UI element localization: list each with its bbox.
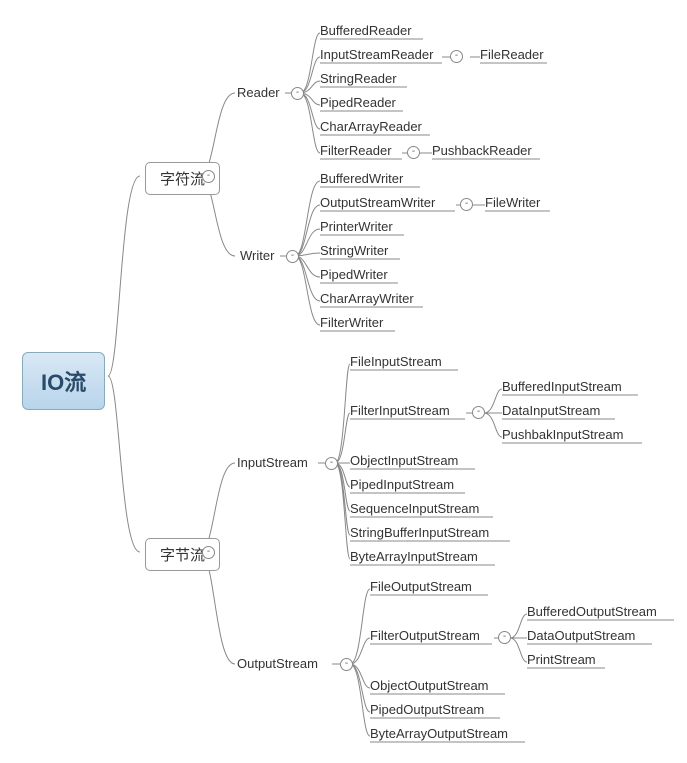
collapse-icon[interactable]: - [450,50,463,63]
collapse-icon[interactable]: - [340,658,353,671]
writer-node[interactable]: Writer [240,248,274,263]
leaf-node[interactable]: FilterInputStream [350,403,450,418]
collapse-icon[interactable]: - [202,170,215,183]
collapse-icon[interactable]: - [286,250,299,263]
leaf-node[interactable]: PrinterWriter [320,219,393,234]
leaf-node[interactable]: BufferedInputStream [502,379,622,394]
leaf-node[interactable]: PrintStream [527,652,596,667]
leaf-node[interactable]: FilterWriter [320,315,383,330]
leaf-node[interactable]: ObjectOutputStream [370,678,489,693]
reader-node[interactable]: Reader [237,85,280,100]
leaf-node[interactable]: StringBufferInputStream [350,525,489,540]
leaf-node[interactable]: InputStreamReader [320,47,433,62]
leaf-node[interactable]: DataOutputStream [527,628,635,643]
leaf-node[interactable]: BufferedOutputStream [527,604,657,619]
leaf-node[interactable]: ByteArrayOutputStream [370,726,508,741]
leaf-node[interactable]: CharArrayWriter [320,291,414,306]
leaf-node[interactable]: ObjectInputStream [350,453,458,468]
leaf-node[interactable]: FilterReader [320,143,392,158]
leaf-node[interactable]: StringReader [320,71,397,86]
leaf-node[interactable]: PipedOutputStream [370,702,484,717]
leaf-node[interactable]: FilterOutputStream [370,628,480,643]
leaf-node[interactable]: PipedInputStream [350,477,454,492]
leaf-node[interactable]: BufferedReader [320,23,412,38]
leaf-node[interactable]: FileReader [480,47,544,62]
leaf-node[interactable]: PushbakInputStream [502,427,623,442]
outputstream-node[interactable]: OutputStream [237,656,318,671]
collapse-icon[interactable]: - [472,406,485,419]
leaf-node[interactable]: FileWriter [485,195,540,210]
leaf-node[interactable]: FileInputStream [350,354,442,369]
leaf-node[interactable]: PipedWriter [320,267,388,282]
leaf-node[interactable]: CharArrayReader [320,119,422,134]
collapse-icon[interactable]: - [407,146,420,159]
leaf-node[interactable]: FileOutputStream [370,579,472,594]
collapse-icon[interactable]: - [202,546,215,559]
inputstream-node[interactable]: InputStream [237,455,308,470]
collapse-icon[interactable]: - [460,198,473,211]
leaf-node[interactable]: DataInputStream [502,403,600,418]
leaf-node[interactable]: SequenceInputStream [350,501,479,516]
leaf-node[interactable]: PushbackReader [432,143,532,158]
leaf-node[interactable]: ByteArrayInputStream [350,549,478,564]
collapse-icon[interactable]: - [291,87,304,100]
collapse-icon[interactable]: - [498,631,511,644]
leaf-node[interactable]: PipedReader [320,95,396,110]
leaf-node[interactable]: OutputStreamWriter [320,195,435,210]
leaf-node[interactable]: StringWriter [320,243,388,258]
root-node[interactable]: IO流 [22,352,105,410]
leaf-node[interactable]: BufferedWriter [320,171,403,186]
collapse-icon[interactable]: - [325,457,338,470]
